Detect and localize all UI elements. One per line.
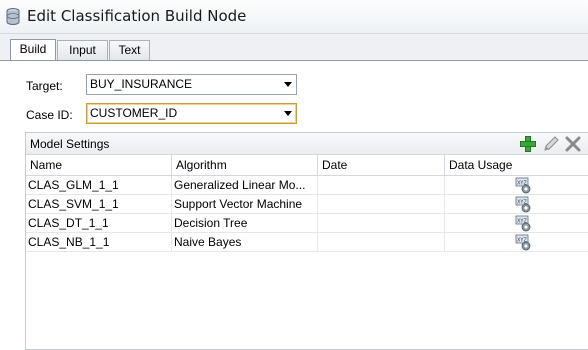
model-settings-panel: Model Settings Name Algorithm Date Data … <box>25 132 588 350</box>
target-label: Target: <box>26 79 63 93</box>
add-icon[interactable] <box>519 135 537 153</box>
cell-data-usage: XYZ <box>445 214 588 233</box>
cell-algorithm: Naive Bayes <box>172 233 318 252</box>
data-usage-icon[interactable]: XYZ <box>515 196 533 213</box>
tab-input[interactable]: Input <box>57 40 108 61</box>
table-row[interactable]: CLAS_DT_1_1 Decision Tree XYZ <box>26 214 588 233</box>
delete-icon[interactable] <box>564 135 582 153</box>
model-settings-title: Model Settings <box>30 137 110 151</box>
cell-data-usage: XYZ <box>445 195 588 214</box>
cell-date <box>318 233 445 252</box>
column-header-data-usage[interactable]: Data Usage <box>445 155 588 176</box>
tab-text[interactable]: Text <box>109 40 150 61</box>
tab-build[interactable]: Build <box>10 39 56 61</box>
cell-name: CLAS_SVM_1_1 <box>26 195 172 214</box>
case-id-select[interactable]: CUSTOMER_ID <box>86 103 297 124</box>
cell-algorithm: Generalized Linear Mo... <box>172 176 318 195</box>
tab-strip: Build Input Text <box>0 34 588 61</box>
database-node-icon <box>6 8 20 26</box>
cell-date <box>318 214 445 233</box>
target-select-value: BUY_INSURANCE <box>90 77 193 91</box>
window-title: Edit Classification Build Node <box>27 7 247 25</box>
case-id-label: Case ID: <box>26 108 73 122</box>
chevron-down-icon[interactable] <box>284 111 292 116</box>
table-row[interactable]: CLAS_SVM_1_1 Support Vector Machine XYZ <box>26 195 588 214</box>
table-row[interactable]: CLAS_NB_1_1 Naive Bayes XYZ <box>26 233 588 252</box>
target-select[interactable]: BUY_INSURANCE <box>86 74 297 95</box>
cell-data-usage: XYZ <box>445 176 588 195</box>
table-header: Name Algorithm Date Data Usage <box>26 155 588 176</box>
case-id-select-value: CUSTOMER_ID <box>90 106 178 120</box>
table-row[interactable]: CLAS_GLM_1_1 Generalized Linear Mo... XY… <box>26 176 588 195</box>
data-usage-icon[interactable]: XYZ <box>515 177 533 194</box>
cell-name: CLAS_GLM_1_1 <box>26 176 172 195</box>
data-usage-icon[interactable]: XYZ <box>515 234 533 251</box>
cell-algorithm: Support Vector Machine <box>172 195 318 214</box>
cell-name: CLAS_NB_1_1 <box>26 233 172 252</box>
model-settings-header: Model Settings <box>26 133 588 155</box>
data-usage-icon[interactable]: XYZ <box>515 215 533 232</box>
cell-name: CLAS_DT_1_1 <box>26 214 172 233</box>
tab-content-divider <box>0 60 588 61</box>
column-header-name[interactable]: Name <box>26 155 172 176</box>
cell-date <box>318 195 445 214</box>
chevron-down-icon[interactable] <box>284 82 292 87</box>
cell-data-usage: XYZ <box>445 233 588 252</box>
cell-algorithm: Decision Tree <box>172 214 318 233</box>
title-bar: Edit Classification Build Node <box>0 0 588 34</box>
column-header-date[interactable]: Date <box>318 155 445 176</box>
column-header-algorithm[interactable]: Algorithm <box>172 155 318 176</box>
cell-date <box>318 176 445 195</box>
edit-icon[interactable] <box>542 135 560 153</box>
